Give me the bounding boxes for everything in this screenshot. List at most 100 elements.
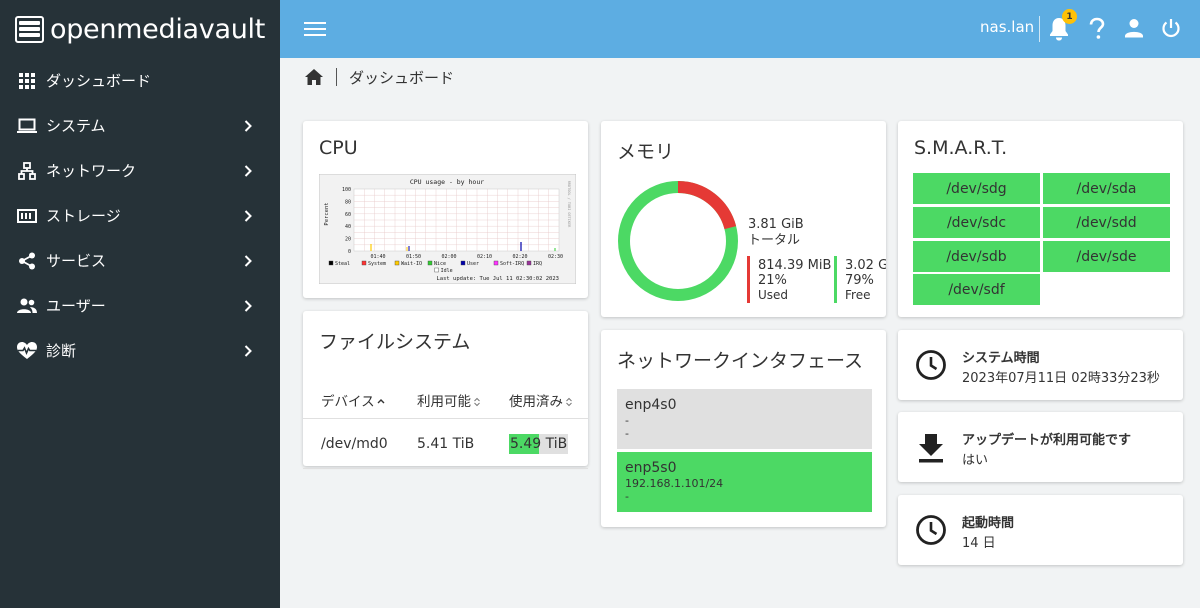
- header-divider: [1039, 16, 1040, 42]
- help-icon[interactable]: [1088, 17, 1112, 41]
- system-time-widget: システム時間 2023年07月11日 02時33分23秒: [898, 330, 1183, 400]
- memory-widget: メモリ 3.81 GiB トータル 814.39 MiB 21% Used 3.…: [601, 121, 886, 317]
- download-icon: [919, 434, 943, 463]
- legend-label: Soft-IRQ: [500, 261, 524, 267]
- x-tick-label: 01:40: [370, 254, 385, 260]
- heart-pulse-icon: [16, 340, 38, 362]
- x-tick-label: 01:50: [406, 254, 421, 260]
- grid-icon: [16, 70, 38, 92]
- memory-used: 814.39 MiB 21% Used: [758, 258, 831, 302]
- sidebar-item-label: ダッシュボード: [46, 72, 152, 90]
- memory-donut-chart: [618, 181, 738, 301]
- smart-disk-sda[interactable]: /dev/sda: [1043, 173, 1170, 204]
- legend-swatch: [434, 267, 439, 273]
- updates-widget: アップデートが利用可能です はい: [898, 412, 1183, 482]
- interface-card-enp5s0[interactable]: enp5s0 192.168.1.101/24 -: [617, 452, 872, 512]
- home-icon[interactable]: [304, 68, 324, 86]
- column-label: 利用可能: [417, 393, 471, 410]
- legend-swatch: [328, 260, 334, 266]
- chevron-right-icon: [244, 164, 252, 177]
- smart-disk-sdc[interactable]: /dev/sdc: [913, 207, 1040, 238]
- x-tick-label: 02:10: [477, 254, 492, 260]
- cpu-usage-graph: CPU usage - by hour Percent RRDTOOL / TO…: [319, 174, 576, 284]
- smart-disk-sdf[interactable]: /dev/sdf: [913, 274, 1040, 305]
- legend-label: System: [368, 261, 386, 267]
- interface-name: enp4s0: [625, 397, 677, 413]
- share-icon: [16, 250, 38, 272]
- sidebar-nav: ダッシュボード システム ネットワーク ストレージ サービス ユーザー 診断: [0, 58, 280, 373]
- column-label: デバイス: [321, 393, 375, 410]
- sidebar-item-services[interactable]: サービス: [0, 238, 280, 283]
- notifications-bell-icon[interactable]: 1: [1048, 9, 1077, 41]
- used-progress-label: 5.49 TiB: [509, 436, 567, 452]
- interface-card-enp4s0[interactable]: enp4s0 - -: [617, 389, 872, 449]
- x-tick-label: 02:30: [548, 254, 563, 260]
- sidebar-item-diagnostics[interactable]: 診断: [0, 328, 280, 373]
- power-icon[interactable]: [1160, 17, 1184, 41]
- storage-icon: [16, 205, 38, 227]
- brand[interactable]: openmediavault: [0, 0, 280, 58]
- smart-disk-sde[interactable]: /dev/sde: [1043, 241, 1170, 272]
- graph-side-text: RRDTOOL / TOBI OETIKER: [567, 181, 571, 228]
- memory-title: メモリ: [617, 141, 675, 163]
- graph-last-update: Last update: Tue Jul 11 02:30:02 2023: [436, 276, 559, 282]
- y-tick-label: 0: [348, 249, 351, 255]
- cell-available: 5.41 TiB: [417, 435, 475, 452]
- openmediavault-logo-icon: [15, 15, 44, 43]
- legend-label: User: [467, 261, 479, 267]
- column-header-available[interactable]: 利用可能: [399, 390, 494, 410]
- used-progress-bar: 5.49 TiB: [509, 433, 568, 454]
- sidebar-item-storage[interactable]: ストレージ: [0, 193, 280, 238]
- interface-address: 192.168.1.101/24: [625, 477, 724, 490]
- table-row[interactable]: /dev/md0 5.41 TiB 5.49 TiB: [303, 419, 588, 469]
- sidebar-item-label: ネットワーク: [46, 162, 137, 180]
- column-header-device[interactable]: デバイス: [303, 390, 399, 410]
- sidebar-item-system[interactable]: システム: [0, 103, 280, 148]
- chevron-right-icon: [244, 344, 252, 357]
- smart-disk-sdb[interactable]: /dev/sdb: [913, 241, 1040, 272]
- cpu-title: CPU: [319, 137, 358, 159]
- clock-icon: [916, 350, 946, 380]
- sidebar-item-network[interactable]: ネットワーク: [0, 148, 280, 193]
- laptop-icon: [16, 115, 38, 137]
- smart-disk-sdg[interactable]: /dev/sdg: [913, 173, 1040, 204]
- legend-swatch: [493, 260, 499, 266]
- smart-disk-sdd[interactable]: /dev/sdd: [1043, 207, 1170, 238]
- y-tick-label: 80: [345, 199, 351, 205]
- filesystem-widget: ファイルシステム デバイス 利用可能 使用済み /dev/md0 5.41 Ti…: [303, 311, 588, 469]
- menu-toggle-icon[interactable]: [304, 19, 326, 39]
- chevron-right-icon: [244, 209, 252, 222]
- breadcrumb: ダッシュボード: [304, 66, 454, 88]
- filesystem-title: ファイルシステム: [319, 331, 471, 353]
- y-tick-label: 100: [342, 187, 351, 193]
- memory-used-value: 814.39 MiB: [758, 258, 832, 273]
- column-label: 使用済み: [509, 393, 563, 410]
- user-account-icon[interactable]: [1123, 17, 1147, 41]
- legend-label: IRQ: [533, 261, 542, 267]
- smart-title: S.M.A.R.T.: [914, 137, 1008, 159]
- updates-value: はい: [962, 453, 989, 468]
- legend-label: Nice: [434, 261, 446, 267]
- legend-swatch: [394, 260, 400, 266]
- memory-free: 3.02 G 79% Free: [845, 258, 886, 302]
- uptime-widget: 起動時間 14 日: [898, 495, 1183, 565]
- cell-used: 5.49 TiB: [494, 433, 588, 454]
- memory-total-value: 3.81 GiB: [748, 217, 804, 232]
- cell-device: /dev/md0: [321, 435, 388, 452]
- uptime-title: 起動時間: [962, 516, 1015, 531]
- legend-swatch: [526, 260, 532, 266]
- interface-name: enp5s0: [625, 460, 677, 476]
- network-icon: [16, 160, 38, 182]
- chevron-right-icon: [244, 119, 252, 132]
- free-legend-bar: [834, 256, 837, 303]
- sidebar-item-dashboard[interactable]: ダッシュボード: [0, 58, 280, 103]
- graph-title: CPU usage - by hour: [410, 178, 484, 186]
- sidebar-item-users[interactable]: ユーザー: [0, 283, 280, 328]
- legend-label: Idle: [441, 268, 453, 274]
- sort-asc-icon: [377, 398, 385, 403]
- y-tick-label: 20: [345, 237, 351, 243]
- memory-used-percent: 21%: [758, 273, 787, 288]
- column-header-used[interactable]: 使用済み: [494, 390, 588, 410]
- legend-swatch: [361, 260, 367, 266]
- x-tick-label: 02:20: [512, 254, 527, 260]
